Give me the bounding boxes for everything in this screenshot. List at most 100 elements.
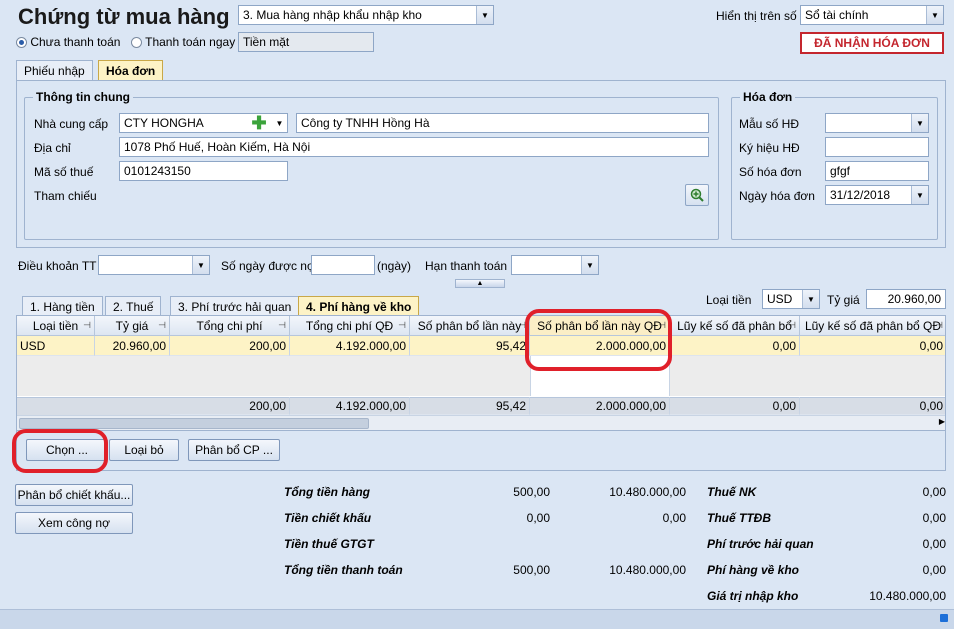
empty-rows bbox=[17, 356, 945, 396]
tab-warehouse-fee[interactable]: 4. Phí hàng về kho bbox=[298, 296, 420, 316]
import-tax-value: 0,00 bbox=[922, 485, 946, 499]
pin-icon[interactable]: ⊣ bbox=[935, 320, 943, 331]
pin-icon[interactable]: ⊣ bbox=[788, 320, 796, 331]
col-header-label: Lũy kế số đã phân bổ bbox=[677, 318, 792, 333]
rate-label: Tỷ giá bbox=[827, 293, 860, 307]
payment-terms-select[interactable]: ▼ bbox=[98, 255, 210, 275]
unpaid-label: Chưa thanh toán bbox=[30, 35, 121, 49]
warehouse-fee-value: 0,00 bbox=[922, 563, 946, 577]
reference-search-button[interactable] bbox=[685, 184, 709, 206]
rate-field[interactable]: 20.960,00 bbox=[866, 289, 946, 309]
currency-select[interactable]: USD ▼ bbox=[762, 289, 820, 309]
chevron-down-icon[interactable]: ▼ bbox=[802, 290, 819, 308]
symbol-field[interactable] bbox=[825, 137, 929, 157]
due-date-label: Hạn thanh toán bbox=[425, 259, 508, 273]
voucher-type-value: 3. Mua hàng nhập khẩu nhập kho bbox=[243, 8, 422, 22]
import-value: 10.480.000,00 bbox=[869, 589, 946, 603]
tab-invoice[interactable]: Hóa đơn bbox=[98, 60, 164, 80]
tab-receipt[interactable]: Phiếu nhập bbox=[16, 60, 93, 80]
display-book-select[interactable]: Sổ tài chính ▼ bbox=[800, 5, 944, 25]
chevron-down-icon[interactable]: ▼ bbox=[911, 114, 928, 132]
invoice-group-title: Hóa đơn bbox=[740, 90, 796, 104]
horizontal-scrollbar[interactable]: ▶ bbox=[17, 415, 945, 430]
chevron-down-icon[interactable]: ▼ bbox=[581, 256, 598, 274]
pin-icon[interactable]: ⊣ bbox=[83, 320, 91, 331]
col-header-label: Loại tiền bbox=[32, 318, 79, 333]
col-header-label: Lũy kế số đã phân bổ QĐ bbox=[804, 318, 942, 333]
allocate-discount-button[interactable]: Phân bổ chiết khấu... bbox=[15, 484, 133, 506]
voucher-type-select[interactable]: 3. Mua hàng nhập khẩu nhập kho ▼ bbox=[238, 5, 494, 25]
chevron-down-icon[interactable]: ▼ bbox=[926, 6, 943, 24]
tab-goods[interactable]: 1. Hàng tiền bbox=[22, 296, 103, 316]
page-title: Chứng từ mua hàng bbox=[18, 4, 230, 29]
general-info-title: Thông tin chung bbox=[33, 90, 133, 104]
goods-total-label: Tổng tiền hàng bbox=[284, 485, 370, 499]
address-field[interactable]: 1078 Phố Huế, Hoàn Kiếm, Hà Nội bbox=[119, 137, 709, 157]
col-header-currency[interactable]: Loại tiền ⊣ bbox=[17, 316, 95, 336]
invoice-received-stamp: ĐÃ NHẬN HÓA ĐƠN bbox=[800, 32, 944, 54]
tab-customs-fee[interactable]: 3. Phí trước hải quan bbox=[170, 296, 300, 316]
col-header-alloc[interactable]: Số phân bổ lần này ⊣ bbox=[410, 316, 530, 336]
fee-allocation-grid: Loại tiền ⊣ Tỷ giá ⊣ Tổng chi phí ⊣ Tổng ch… bbox=[16, 315, 946, 431]
supplier-label: Nhà cung cấp bbox=[34, 117, 109, 131]
chevron-down-icon[interactable]: ▼ bbox=[192, 256, 209, 274]
tab-tax[interactable]: 2. Thuế bbox=[105, 296, 162, 316]
scrollbar-thumb[interactable] bbox=[19, 418, 369, 429]
col-header-cumulative[interactable]: Lũy kế số đã phân bổ ⊣ bbox=[670, 316, 800, 336]
cell-total-cost[interactable]: 200,00 bbox=[170, 336, 290, 356]
credit-days-field[interactable] bbox=[311, 255, 375, 275]
payment-terms-label: Điều khoản TT bbox=[18, 259, 97, 273]
vat-label: Tiền thuế GTGT bbox=[284, 537, 374, 551]
symbol-label: Ký hiệu HĐ bbox=[739, 141, 800, 155]
footer-alloc: 95,42 bbox=[410, 397, 530, 415]
unpaid-radio[interactable]: Chưa thanh toán bbox=[16, 35, 120, 49]
footer-total-cost: 200,00 bbox=[170, 397, 290, 415]
remove-button[interactable]: Loại bỏ bbox=[109, 439, 179, 461]
col-header-cumulative-qd[interactable]: Lũy kế số đã phân bổ QĐ ⊣ bbox=[800, 316, 945, 336]
cell-currency[interactable]: USD bbox=[17, 336, 95, 356]
chevron-down-icon[interactable]: ▼ bbox=[476, 6, 493, 24]
goods-total-fc: 500,00 bbox=[513, 485, 550, 499]
invoice-number-field[interactable]: gfgf bbox=[825, 161, 929, 181]
scroll-right-icon[interactable]: ▶ bbox=[939, 417, 945, 426]
special-tax-label: Thuế TTĐB bbox=[707, 511, 771, 525]
add-supplier-icon[interactable]: ✚ bbox=[250, 114, 268, 132]
view-debt-button[interactable]: Xem công nợ bbox=[15, 512, 133, 534]
pin-icon[interactable]: ⊣ bbox=[158, 320, 166, 331]
highlight-ring bbox=[12, 429, 108, 473]
col-header-label: Tổng chi phí QĐ bbox=[305, 318, 394, 333]
resize-grip-icon[interactable] bbox=[940, 614, 948, 622]
display-book-value: Sổ tài chính bbox=[805, 8, 869, 22]
col-header-label: Số phân bổ lần này bbox=[417, 318, 522, 333]
import-value-label: Giá trị nhập kho bbox=[707, 589, 799, 603]
import-tax-label: Thuế NK bbox=[707, 485, 757, 499]
col-header-rate[interactable]: Tỷ giá ⊣ bbox=[95, 316, 170, 336]
pin-icon[interactable]: ⊣ bbox=[278, 320, 286, 331]
allocate-cost-button[interactable]: Phân bổ CP ... bbox=[188, 439, 280, 461]
due-date-picker[interactable]: ▼ bbox=[511, 255, 599, 275]
invoice-date-picker[interactable]: 31/12/2018 ▼ bbox=[825, 185, 929, 205]
chevron-down-icon[interactable]: ▼ bbox=[911, 186, 928, 204]
tax-code-field[interactable]: 0101243150 bbox=[119, 161, 288, 181]
col-header-total-cost[interactable]: Tổng chi phí ⊣ bbox=[170, 316, 290, 336]
col-header-total-cost-qd[interactable]: Tổng chi phí QĐ ⊣ bbox=[290, 316, 410, 336]
paid-label: Thanh toán ngay bbox=[145, 35, 236, 49]
collapse-handle[interactable]: ▲ bbox=[455, 279, 505, 288]
cell-alloc[interactable]: 95,42 bbox=[410, 336, 530, 356]
currency-label: Loại tiền bbox=[706, 293, 752, 307]
radio-empty-icon bbox=[131, 37, 142, 49]
cell-cumulative[interactable]: 0,00 bbox=[670, 336, 800, 356]
payment-total-fc: 500,00 bbox=[513, 563, 550, 577]
payment-method-field[interactable]: Tiền mặt bbox=[238, 32, 374, 52]
cell-cumulative-qd[interactable]: 0,00 bbox=[800, 336, 945, 356]
supplier-name-field[interactable]: Công ty TNHH Hồng Hà bbox=[296, 113, 709, 133]
warehouse-fee-label: Phí hàng về kho bbox=[707, 563, 800, 577]
col-header-label: Tổng chi phí bbox=[196, 318, 263, 333]
paid-radio[interactable]: Thanh toán ngay bbox=[131, 35, 235, 49]
cell-total-cost-qd[interactable]: 4.192.000,00 bbox=[290, 336, 410, 356]
form-no-select[interactable]: ▼ bbox=[825, 113, 929, 133]
chevron-down-icon[interactable]: ▼ bbox=[272, 114, 287, 132]
pin-icon[interactable]: ⊣ bbox=[398, 320, 406, 331]
cell-rate[interactable]: 20.960,00 bbox=[95, 336, 170, 356]
address-label: Địa chỉ bbox=[34, 141, 71, 155]
